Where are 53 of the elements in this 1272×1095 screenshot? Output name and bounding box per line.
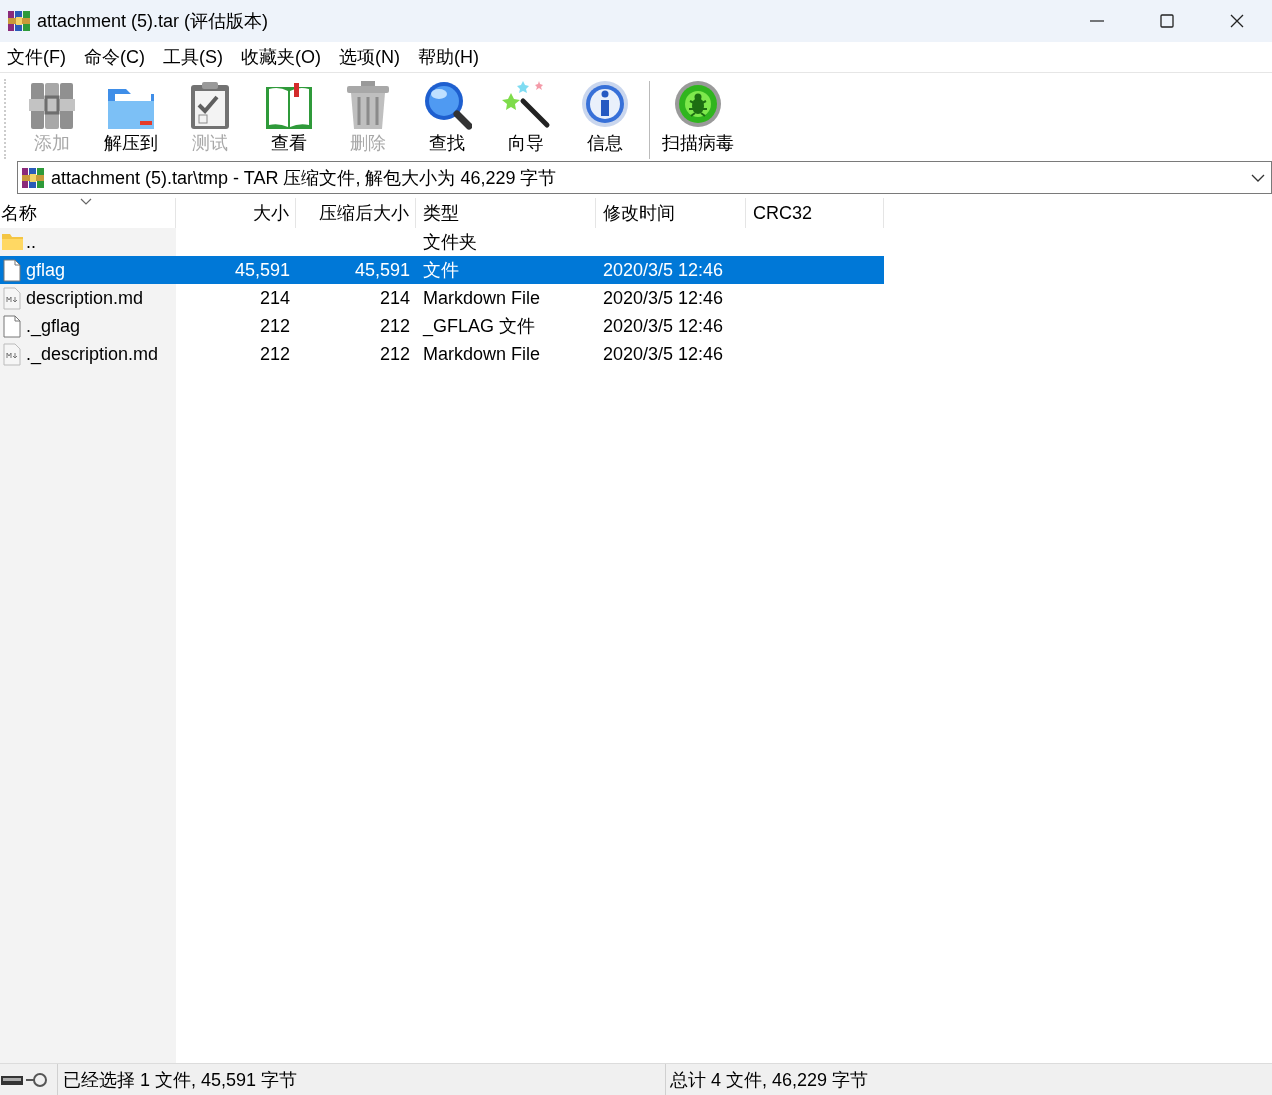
menu-item[interactable]: 选项(N) (332, 45, 411, 69)
chevron-down-icon (1251, 172, 1265, 183)
close-icon (1229, 13, 1245, 29)
file-row[interactable]: gflag 45,591 45,591 文件 2020/3/5 12:46 (0, 256, 884, 284)
table-cell: 212 (259, 315, 290, 337)
toolbar-button[interactable]: 扫描病毒 (658, 79, 737, 155)
file-name: ._description.md (26, 343, 159, 365)
table-cell-text: 文件 (423, 259, 459, 282)
menu-item[interactable]: 工具(S) (156, 45, 234, 69)
menu-item[interactable]: 帮助(H) (411, 45, 490, 69)
drive-key-icon (0, 1071, 48, 1088)
file-row[interactable]: description.md 214 214 Markdown File 2020/3/5 12:46 (0, 284, 884, 312)
archive-books-icon (21, 165, 45, 190)
table-cell: 212 (259, 343, 290, 365)
status-text: 总计 4 文件, 46,229 字节 (669, 1068, 870, 1092)
menu-item[interactable]: 文件(F) (0, 45, 77, 69)
file-row[interactable]: .. 文件夹 (0, 228, 884, 256)
table-cell: 214 (379, 287, 410, 309)
table-cell: 2020/3/5 12:46 (603, 315, 724, 337)
toolbar-button[interactable]: 信息 (565, 79, 644, 155)
toolbar-button[interactable]: 解压到 (91, 79, 170, 155)
toolbar-button[interactable]: 向导 (486, 79, 565, 155)
document-icon (1, 258, 23, 282)
table-cell: Markdown File (423, 343, 541, 365)
table-cell: 2020/3/5 12:46 (603, 259, 724, 281)
magic-wand-icon (500, 79, 551, 131)
archive-books-icon (7, 9, 31, 33)
file-name: gflag (26, 259, 66, 281)
menu-item[interactable]: 命令(C) (77, 45, 156, 69)
menu-item[interactable]: 收藏夹(O) (234, 45, 332, 69)
table-cell-text: _GFLAG 文件 (423, 315, 536, 338)
file-row[interactable]: ._description.md 212 212 Markdown File 2020/3/5 12:46 (0, 340, 884, 368)
file-name: ._gflag (26, 315, 81, 337)
path-dropdown[interactable]: attachment (5).tar\tmp - TAR 压缩文件, 解包大小为 46,229 字节 (17, 161, 1272, 194)
toolbar-button[interactable]: 查找 (407, 79, 486, 155)
maximize-icon (1159, 13, 1175, 29)
table-cell-text: 文件夹 (423, 231, 477, 254)
file-name: description.md (26, 287, 144, 309)
minimize-icon (1090, 20, 1104, 22)
table-cell: 45,591 (234, 259, 290, 281)
window-title: attachment (5).tar (评估版本) (37, 10, 269, 33)
file-row[interactable]: ._gflag 212 212 _GFLAG 文件 2020/3/5 12:46 (0, 312, 884, 340)
table-cell: 2020/3/5 12:46 (603, 287, 724, 309)
toolbar-button[interactable]: 查看 (249, 79, 328, 155)
table-cell: 214 (259, 287, 290, 309)
column-header[interactable]: 名称 (0, 198, 176, 228)
table-cell: 2020/3/5 12:46 (603, 343, 724, 365)
file-name: .. (26, 231, 36, 253)
table-cell: 212 (379, 343, 410, 365)
status-text: 已经选择 1 文件, 45,591 字节 (58, 1064, 666, 1095)
table-cell: 45,591 (354, 259, 410, 281)
table-cell: Markdown File (423, 287, 541, 309)
table-cell: 212 (379, 315, 410, 337)
